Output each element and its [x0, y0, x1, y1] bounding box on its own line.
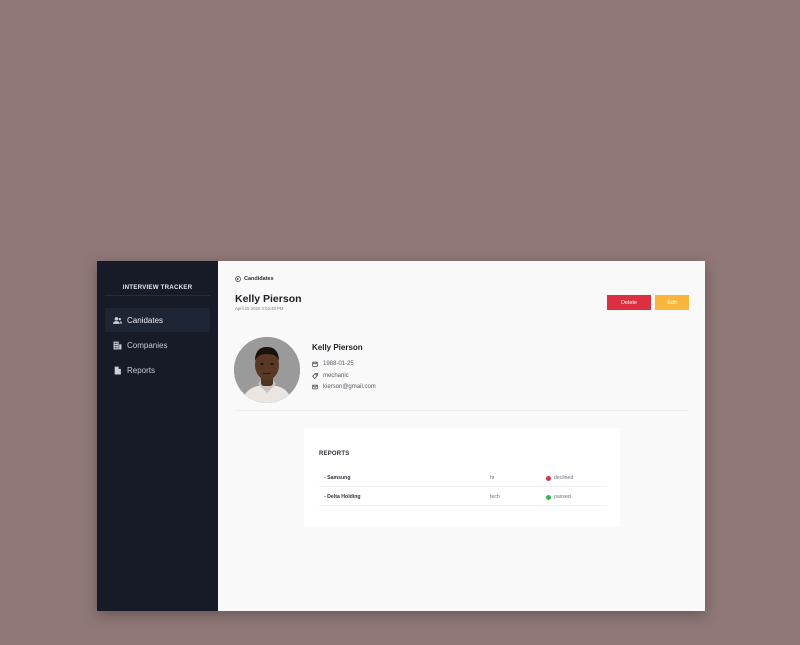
created-timestamp: April 15 2020 4:03:48 PM [235, 306, 284, 311]
main-content: Candidates Kelly Pierson April 15 2020 4… [218, 261, 705, 611]
users-icon [113, 316, 122, 324]
sidebar-nav: Canidates Companies Reports [97, 296, 218, 382]
candidate-name: Kelly Pierson [312, 343, 363, 352]
table-row[interactable]: - Delta Holding tech passed [319, 488, 606, 506]
position-row: mechanic [312, 373, 349, 379]
report-stage: hr [490, 475, 495, 481]
status-label: passed [554, 494, 571, 500]
sidebar-item-label: Canidates [127, 315, 164, 325]
sidebar-item-label: Reports [127, 365, 156, 375]
delete-button[interactable]: Delete [607, 295, 651, 310]
tag-icon [312, 373, 318, 379]
back-link-label: Candidates [244, 276, 274, 282]
status-badge: declined [546, 475, 573, 481]
reports-title: REPORTS [319, 451, 350, 457]
building-icon [113, 341, 122, 349]
report-stage: tech [490, 494, 500, 500]
sidebar-item-candidates[interactable]: Canidates [105, 308, 210, 332]
mail-icon [312, 384, 318, 390]
document-icon [114, 366, 121, 374]
birthdate-row: 1988-01-25 [312, 361, 354, 367]
avatar [234, 337, 300, 403]
arrow-left-circle-icon [235, 276, 241, 282]
edit-button[interactable]: Edit [655, 295, 689, 310]
table-row[interactable]: - Samsung hr declined [319, 469, 606, 487]
app-window: INTERVIEW TRACKER Canidates Companies Re… [97, 261, 705, 611]
email-value: kierson@gmail.com [323, 384, 376, 390]
back-link[interactable]: Candidates [235, 276, 274, 282]
status-label: declined [554, 475, 574, 481]
calendar-icon [312, 361, 318, 367]
sidebar-item-companies[interactable]: Companies [105, 333, 210, 357]
email-row: kierson@gmail.com [312, 384, 376, 390]
divider [235, 410, 688, 411]
page-title: Kelly Pierson [235, 293, 302, 305]
sidebar-item-label: Companies [127, 340, 168, 350]
sidebar-item-reports[interactable]: Reports [105, 358, 210, 382]
report-company: - Delta Holding [324, 494, 361, 500]
status-badge: passed [546, 494, 571, 500]
report-company: - Samsung [324, 475, 351, 481]
status-dot-icon [546, 475, 551, 481]
birthdate-value: 1988-01-25 [323, 361, 354, 367]
brand-title: INTERVIEW TRACKER [105, 261, 210, 296]
reports-card: REPORTS - Samsung hr declined - Delta Ho… [304, 428, 620, 527]
status-dot-icon [546, 494, 551, 500]
sidebar: INTERVIEW TRACKER Canidates Companies Re… [97, 261, 218, 611]
position-value: mechanic [323, 373, 349, 379]
